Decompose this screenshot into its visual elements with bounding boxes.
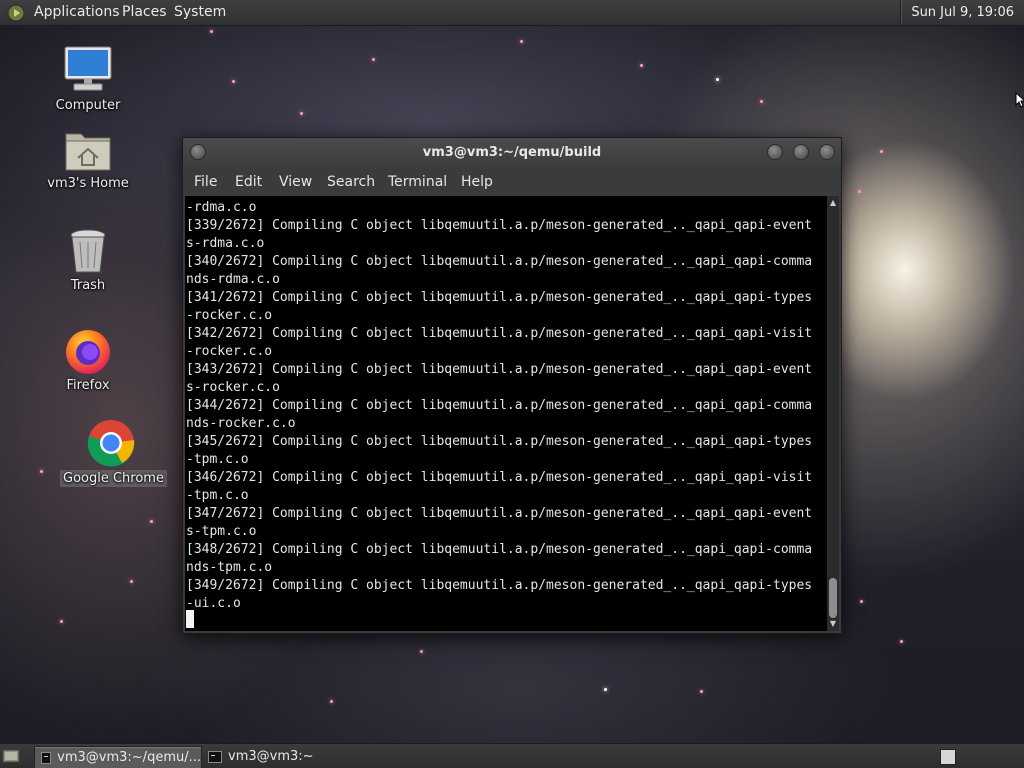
menu-applications[interactable]: Applications — [34, 4, 120, 20]
terminal-line: nds-rdma.c.o — [186, 272, 280, 287]
terminal-line: -rocker.c.o — [186, 308, 273, 323]
menu-file[interactable]: File — [194, 174, 217, 190]
desktop-icon-computer[interactable]: Computer — [38, 44, 138, 113]
menu-system[interactable]: System — [174, 4, 226, 20]
terminal-lines: -rdma.c.o [339/2672] Compiling C object … — [186, 199, 812, 613]
taskbar-item-home-terminal[interactable]: vm3@vm3:~ — [202, 746, 372, 767]
terminal-icon — [208, 750, 222, 763]
desktop-icon-label: Google Chrome — [60, 470, 167, 487]
taskbar-item-label: vm3@vm3:~/qemu/... — [57, 750, 201, 765]
terminal-line: [345/2672] Compiling C object libqemuuti… — [186, 434, 813, 449]
terminal-line: s-rdma.c.o — [186, 236, 265, 251]
window-title: vm3@vm3:~/qemu/build — [422, 145, 602, 160]
scroll-up-arrow-icon[interactable]: ▲ — [827, 198, 839, 208]
clock[interactable]: Sun Jul 9, 19:06 — [900, 0, 1024, 25]
terminal-line: [346/2672] Compiling C object libqemuuti… — [186, 470, 813, 485]
terminal-line: [344/2672] Compiling C object libqemuuti… — [186, 398, 813, 413]
scroll-down-arrow-icon[interactable]: ▼ — [827, 619, 839, 629]
scrollbar-thumb[interactable] — [829, 578, 837, 618]
text-cursor — [186, 610, 194, 628]
menu-view[interactable]: View — [279, 174, 312, 190]
desktop-icon-label: Firefox — [66, 378, 110, 393]
bottom-panel: vm3@vm3:~/qemu/... vm3@vm3:~ — [0, 743, 1024, 768]
terminal-line: s-rocker.c.o — [186, 380, 280, 395]
maximize-button[interactable] — [793, 144, 809, 160]
desktop-icon-trash[interactable]: Trash — [38, 228, 138, 293]
desktop-icon-firefox[interactable]: Firefox — [38, 326, 138, 393]
terminal-line: [339/2672] Compiling C object libqemuuti… — [186, 218, 813, 233]
desktop-icon-chrome[interactable]: Google Chrome — [60, 418, 167, 487]
terminal-scrollbar[interactable]: ▲ ▼ — [827, 196, 839, 631]
workspace-switcher[interactable] — [940, 749, 956, 765]
terminal-line: [347/2672] Compiling C object libqemuuti… — [186, 506, 813, 521]
gnome-foot-icon[interactable] — [6, 3, 26, 23]
terminal-line: [340/2672] Compiling C object libqemuuti… — [186, 254, 813, 269]
terminal-line: nds-tpm.c.o — [186, 560, 273, 575]
terminal-line: -rocker.c.o — [186, 344, 273, 359]
terminal-line: [349/2672] Compiling C object libqemuuti… — [186, 578, 813, 593]
terminal-line: [341/2672] Compiling C object libqemuuti… — [186, 290, 813, 305]
terminal-line: -tpm.c.o — [186, 488, 249, 503]
show-desktop-icon[interactable] — [2, 747, 20, 765]
computer-icon — [64, 46, 112, 91]
title-bar[interactable]: vm3@vm3:~/qemu/build — [183, 138, 841, 168]
terminal-menu-bar: File Edit View Search Terminal Help — [183, 168, 841, 196]
desktop-icon-home[interactable]: vm3's Home — [38, 126, 138, 191]
menu-help[interactable]: Help — [461, 174, 493, 190]
terminal-line: [348/2672] Compiling C object libqemuuti… — [186, 542, 813, 557]
desktop-icon-label: Computer — [55, 98, 121, 113]
terminal-line: -ui.c.o — [186, 596, 241, 611]
terminal-window[interactable]: vm3@vm3:~/qemu/build File Edit View Sear… — [182, 137, 842, 634]
desktop-icon-label: Trash — [70, 278, 106, 293]
close-button[interactable] — [819, 144, 835, 160]
terminal-line: [343/2672] Compiling C object libqemuuti… — [186, 362, 813, 377]
desktop-icon-label: vm3's Home — [47, 176, 129, 191]
terminal-output[interactable]: -rdma.c.o [339/2672] Compiling C object … — [185, 196, 827, 631]
trash-icon — [70, 229, 106, 273]
terminal-line: s-tpm.c.o — [186, 524, 257, 539]
top-panel: Applications Places System Sun Jul 9, 19… — [0, 0, 1024, 26]
terminal-line: nds-rocker.c.o — [186, 416, 296, 431]
menu-search[interactable]: Search — [327, 174, 375, 190]
terminal-line: -rdma.c.o — [186, 200, 257, 215]
menu-edit[interactable]: Edit — [235, 174, 262, 190]
terminal-line: -tpm.c.o — [186, 452, 249, 467]
minimize-button[interactable] — [767, 144, 783, 160]
mouse-pointer-icon — [1015, 92, 1024, 108]
terminal-line: [342/2672] Compiling C object libqemuuti… — [186, 326, 813, 341]
firefox-icon — [66, 330, 110, 374]
taskbar-item-qemu-build[interactable]: vm3@vm3:~/qemu/... — [34, 746, 202, 768]
terminal-icon — [41, 751, 52, 764]
home-folder-icon — [65, 133, 111, 171]
chrome-icon — [87, 420, 135, 467]
menu-places[interactable]: Places — [122, 4, 167, 20]
taskbar-item-label: vm3@vm3:~ — [228, 749, 314, 764]
menu-terminal[interactable]: Terminal — [388, 174, 447, 190]
